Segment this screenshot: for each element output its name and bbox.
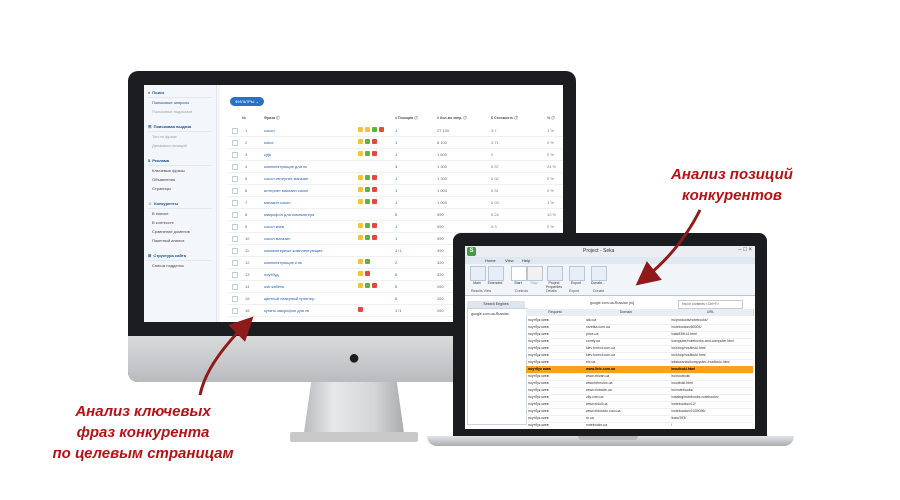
- arrow-right-icon: [635, 209, 702, 286]
- arrow-left-icon: [198, 316, 254, 396]
- annotation-arrows: [198, 209, 702, 396]
